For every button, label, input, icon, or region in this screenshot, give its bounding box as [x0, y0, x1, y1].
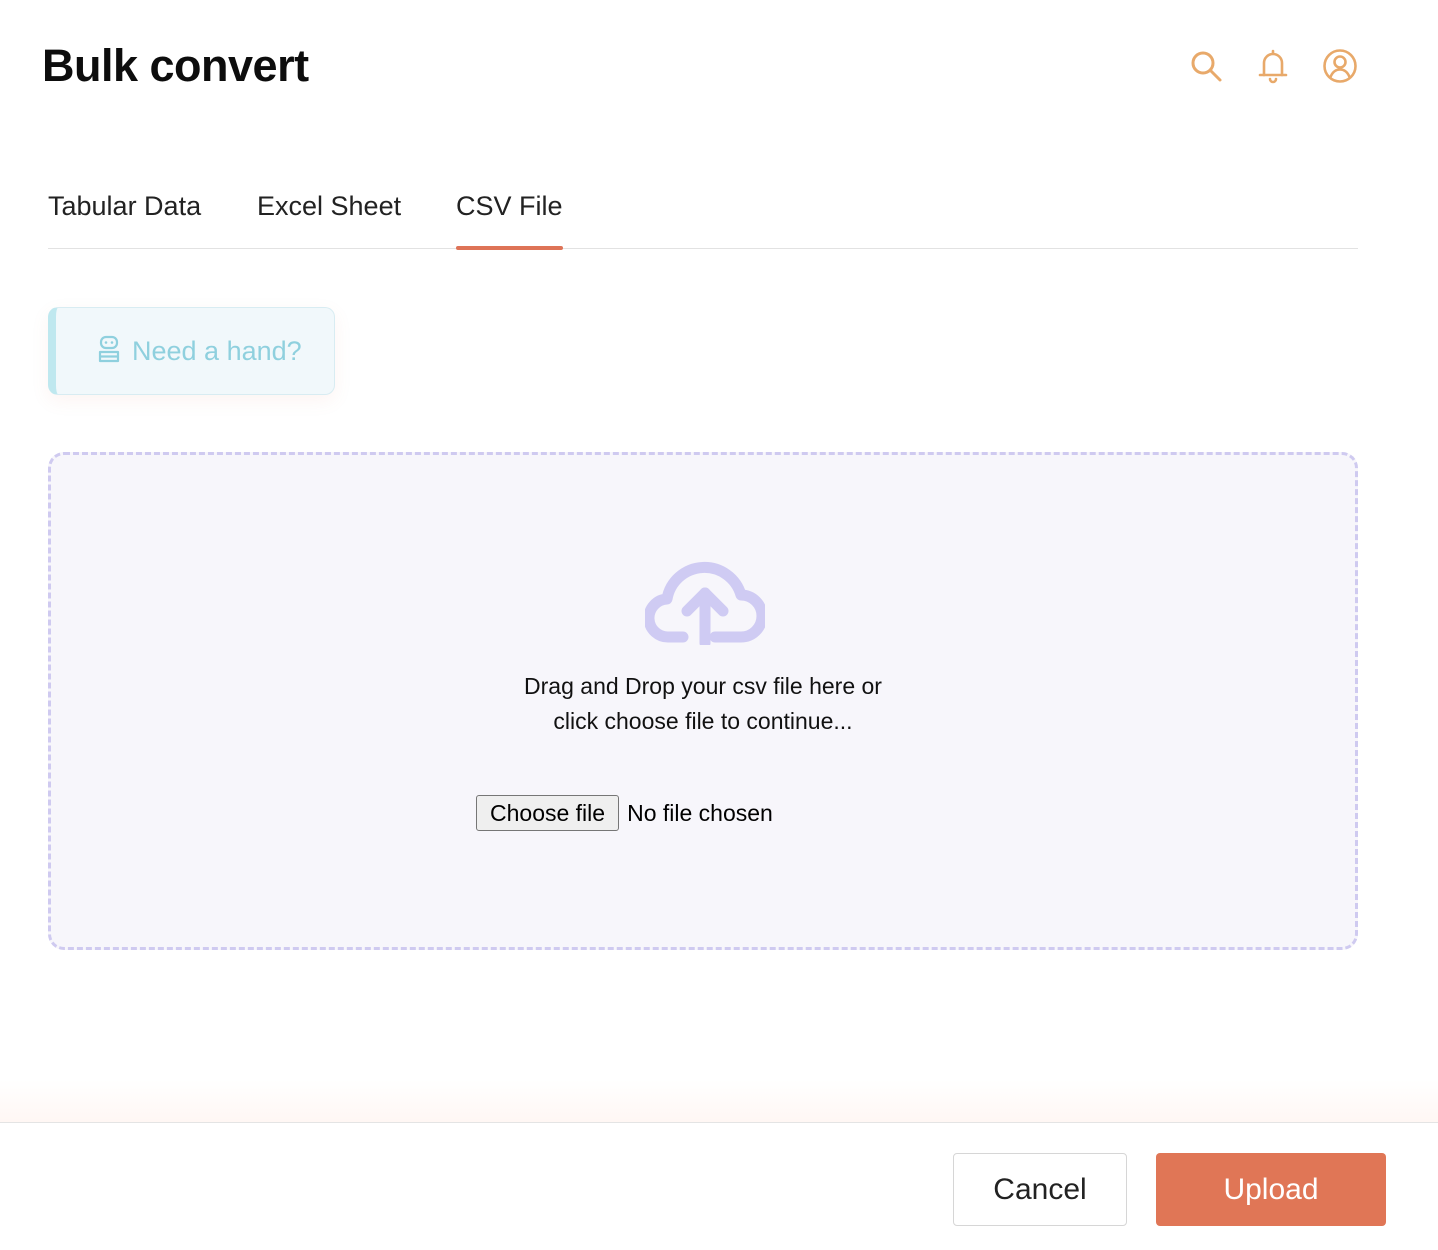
- tab-excel-sheet[interactable]: Excel Sheet: [257, 178, 401, 249]
- search-icon[interactable]: [1186, 46, 1226, 86]
- upload-button[interactable]: Upload: [1156, 1153, 1386, 1226]
- help-label: Need a hand?: [132, 335, 302, 366]
- file-status: No file chosen: [627, 799, 773, 826]
- dropzone-line-2: click choose file to continue...: [553, 708, 853, 734]
- bulk-convert-page: Bulk convert Tabular Data Excel Sheet CS…: [0, 0, 1438, 1250]
- tab-tabular-data[interactable]: Tabular Data: [48, 178, 201, 249]
- cloud-upload-icon: [643, 555, 768, 650]
- file-input: Choose file No file chosen: [476, 795, 773, 831]
- footer-fade: [0, 1080, 1438, 1122]
- tab-bar: Tabular Data Excel Sheet CSV File: [48, 178, 1358, 250]
- choose-file-button[interactable]: Choose file: [476, 795, 620, 831]
- footer-bar: Cancel Upload: [0, 1122, 1438, 1250]
- tab-csv-file[interactable]: CSV File: [456, 178, 563, 250]
- dropzone-line-1: Drag and Drop your csv file here or: [524, 673, 882, 699]
- cancel-button[interactable]: Cancel: [953, 1153, 1127, 1226]
- header-actions: [1186, 46, 1360, 86]
- help-button[interactable]: Need a hand?: [48, 307, 335, 395]
- page-title: Bulk convert: [42, 40, 309, 91]
- robot-icon: [96, 335, 122, 368]
- dropzone-instructions: Drag and Drop your csv file here or clic…: [51, 669, 1355, 739]
- user-profile-icon[interactable]: [1320, 46, 1360, 86]
- file-dropzone[interactable]: Drag and Drop your csv file here or clic…: [48, 452, 1358, 950]
- bell-icon[interactable]: [1253, 46, 1293, 86]
